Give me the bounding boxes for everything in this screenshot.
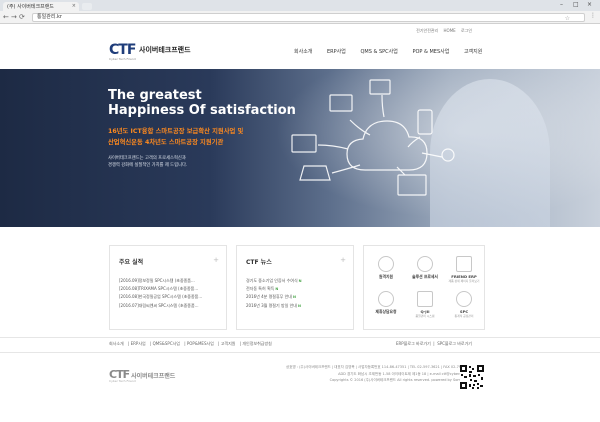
address-line-1: 상호명 : (주)사이버테크프랜드 | 대표자 김영복 | 사업자등록번호 11…: [286, 365, 474, 369]
document-icon: [456, 256, 472, 272]
tab-title: (주) 사이버테크프랜드: [7, 4, 54, 10]
address-bar[interactable]: 통일관리.kr ☆: [32, 13, 585, 22]
list-item[interactable]: [2016.07]대림씨엔씨 SPC시스템 (초중종품...: [119, 302, 202, 310]
site-logo[interactable]: CTF 사이버테크프랜드 Cyber Tech Friend: [109, 42, 209, 62]
list-item[interactable]: [2016.09]정보정밀 SPC시스템 (초중종품...: [119, 277, 202, 285]
new-tab-button[interactable]: [82, 3, 92, 10]
url-text: 통일관리.kr: [37, 14, 62, 20]
close-window-icon[interactable]: ×: [587, 1, 592, 8]
hero-title: The greatest Happiness Of satisfaction: [108, 88, 296, 118]
address-line-2: ADD 경기도 화남시 초제번동 1-58 아이테이트제 제1동 18 | e-…: [338, 371, 474, 376]
footer-link-about[interactable]: 회사소개: [109, 341, 124, 346]
browser-tab[interactable]: (주) 사이버테크프랜드 ×: [3, 2, 79, 11]
new-badge: N: [297, 303, 301, 308]
logo-mark: CTF: [109, 42, 136, 58]
service-solution[interactable]: 솔루션 프로세서: [405, 256, 445, 280]
erp-blog-link[interactable]: ERP블로그 바로가기: [396, 341, 431, 346]
news-more-button[interactable]: +: [340, 256, 346, 264]
new-badge: N: [275, 287, 279, 292]
news-list: 경기도 중소기업 인증서 수여식N 전자동 특허 획득N 2016년 4분 명절…: [246, 277, 302, 310]
browser-menu-icon[interactable]: ⋮: [590, 12, 596, 19]
list-item[interactable]: 경기도 중소기업 인증서 수여식N: [246, 277, 302, 285]
main-navigation: 회사소개 ERP사업 QMS & SPC사업 POP & MES사업 고객지원: [294, 48, 495, 55]
nav-qms-spc[interactable]: QMS & SPC사업: [360, 48, 397, 55]
forward-icon[interactable]: →: [11, 13, 17, 21]
news-panel: CTF 뉴스 + 경기도 중소기업 인증서 수여식N 전자동 특허 획득N 20…: [236, 245, 354, 330]
logo-name: 사이버테크프랜드: [139, 46, 191, 54]
list-item[interactable]: [2016.08]TRIXAMA SPC시스템 (초중종품...: [119, 285, 202, 293]
results-list: [2016.09]정보정밀 SPC시스템 (초중종품... [2016.08]T…: [119, 277, 202, 310]
service-remote-support[interactable]: 원격지원: [366, 256, 406, 280]
list-item[interactable]: [2016.08]한국정밀공업 SPC시스템 (초중종품...: [119, 293, 202, 301]
cloud-network-illustration: [291, 79, 455, 196]
footer-links: 회사소개 | ERP사업 | QMS&SPC사업 | POP&MES사업 | 고…: [109, 341, 272, 346]
utility-links: 전기안전관리 HOME 로그인: [412, 28, 472, 34]
footer-divider: [0, 352, 600, 353]
qr-code: [460, 365, 484, 389]
gear-icon: [456, 291, 472, 307]
nav-support[interactable]: 고객지원: [464, 48, 482, 55]
footer-link-qms[interactable]: QMS&SPC사업: [153, 341, 180, 346]
monitor-icon: [378, 256, 394, 272]
results-panel: 주요 실적 + [2016.09]정보정밀 SPC시스템 (초중종품... [2…: [109, 245, 227, 330]
services-panel: 원격지원 솔루션 프로세서 FRIEND ERP 제품 상세 페이지 둘러보기 …: [363, 245, 485, 330]
list-item[interactable]: 2016년 3월 명절기 방일 안내N: [246, 302, 302, 310]
utility-link-safety[interactable]: 전기안전관리: [416, 28, 438, 33]
browser-tabbar: (주) 사이버테크프랜드 × – □ ×: [0, 0, 600, 11]
browser-toolbar: ← → ⟳ 통일관리.kr ☆ ⋮: [0, 11, 600, 24]
footer-logo: CTF 사이버테크프랜드 Cyber Tech Friend: [109, 368, 176, 383]
chat-icon: [378, 291, 394, 307]
spc-blog-link[interactable]: SPC블로그 바로가기: [437, 341, 472, 346]
hero-subtitle: 16년도 ICT융합 스마트공장 보급확산 지원사업 및 산업혁신운동 4차년도…: [108, 128, 244, 146]
minimize-icon[interactable]: –: [560, 1, 563, 8]
footer-link-privacy[interactable]: 개인정보취급방침: [242, 341, 271, 346]
footer-link-support[interactable]: 고객지원: [221, 341, 236, 346]
footer-divider: [0, 337, 600, 338]
hero-banner: The greatest Happiness Of satisfaction 1…: [0, 69, 600, 227]
nav-pop-mes[interactable]: POP & MES사업: [412, 48, 449, 55]
nav-erp[interactable]: ERP사업: [327, 48, 346, 55]
bookmark-star-icon[interactable]: ☆: [565, 15, 570, 22]
company-info: 상호명 : (주)사이버테크프랜드 | 대표자 김영복 | 사업자등록번호 11…: [286, 364, 473, 384]
solution-icon: [417, 256, 433, 272]
results-title: 주요 실적: [119, 259, 144, 266]
news-title: CTF 뉴스: [246, 259, 272, 266]
back-icon[interactable]: ←: [3, 13, 9, 21]
copyright: Copyrights © 2016 (주)사이버테크프랜드 All rights…: [329, 378, 474, 382]
footer-link-pop[interactable]: POP&MES사업: [187, 341, 214, 346]
hero-description: 사이버테크프랜드는 고객의 프로세스혁신과 경쟁력 강화에 실질적인 가치를 제…: [108, 156, 188, 168]
service-spc[interactable]: SPC 통계적 공정관리: [444, 291, 484, 318]
results-more-button[interactable]: +: [213, 256, 219, 264]
logo-tagline: Cyber Tech Friend: [109, 57, 136, 61]
service-friend-erp[interactable]: FRIEND ERP 제품 상세 페이지 둘러보기: [444, 256, 484, 283]
footer-blog-links: ERP블로그 바로가기 | SPC블로그 바로가기: [396, 341, 472, 346]
new-badge: N: [298, 279, 302, 283]
service-partnership[interactable]: 제휴상담요청: [366, 291, 406, 315]
tab-close-icon[interactable]: ×: [72, 3, 76, 9]
utility-link-home[interactable]: HOME: [444, 28, 456, 33]
nav-about[interactable]: 회사소개: [294, 48, 312, 55]
clipboard-icon: [417, 291, 433, 307]
footer-link-erp[interactable]: ERP사업: [131, 341, 146, 346]
utility-link-login[interactable]: 로그인: [461, 28, 472, 33]
new-badge: N: [292, 295, 296, 300]
reload-icon[interactable]: ⟳: [19, 13, 25, 21]
maximize-icon[interactable]: □: [573, 1, 579, 8]
list-item[interactable]: 전자동 특허 획득N: [246, 285, 302, 293]
list-item[interactable]: 2016년 4분 명절휴무 안내N: [246, 293, 302, 301]
service-qjii[interactable]: Q-JII 품질관리 시스템: [405, 291, 445, 318]
